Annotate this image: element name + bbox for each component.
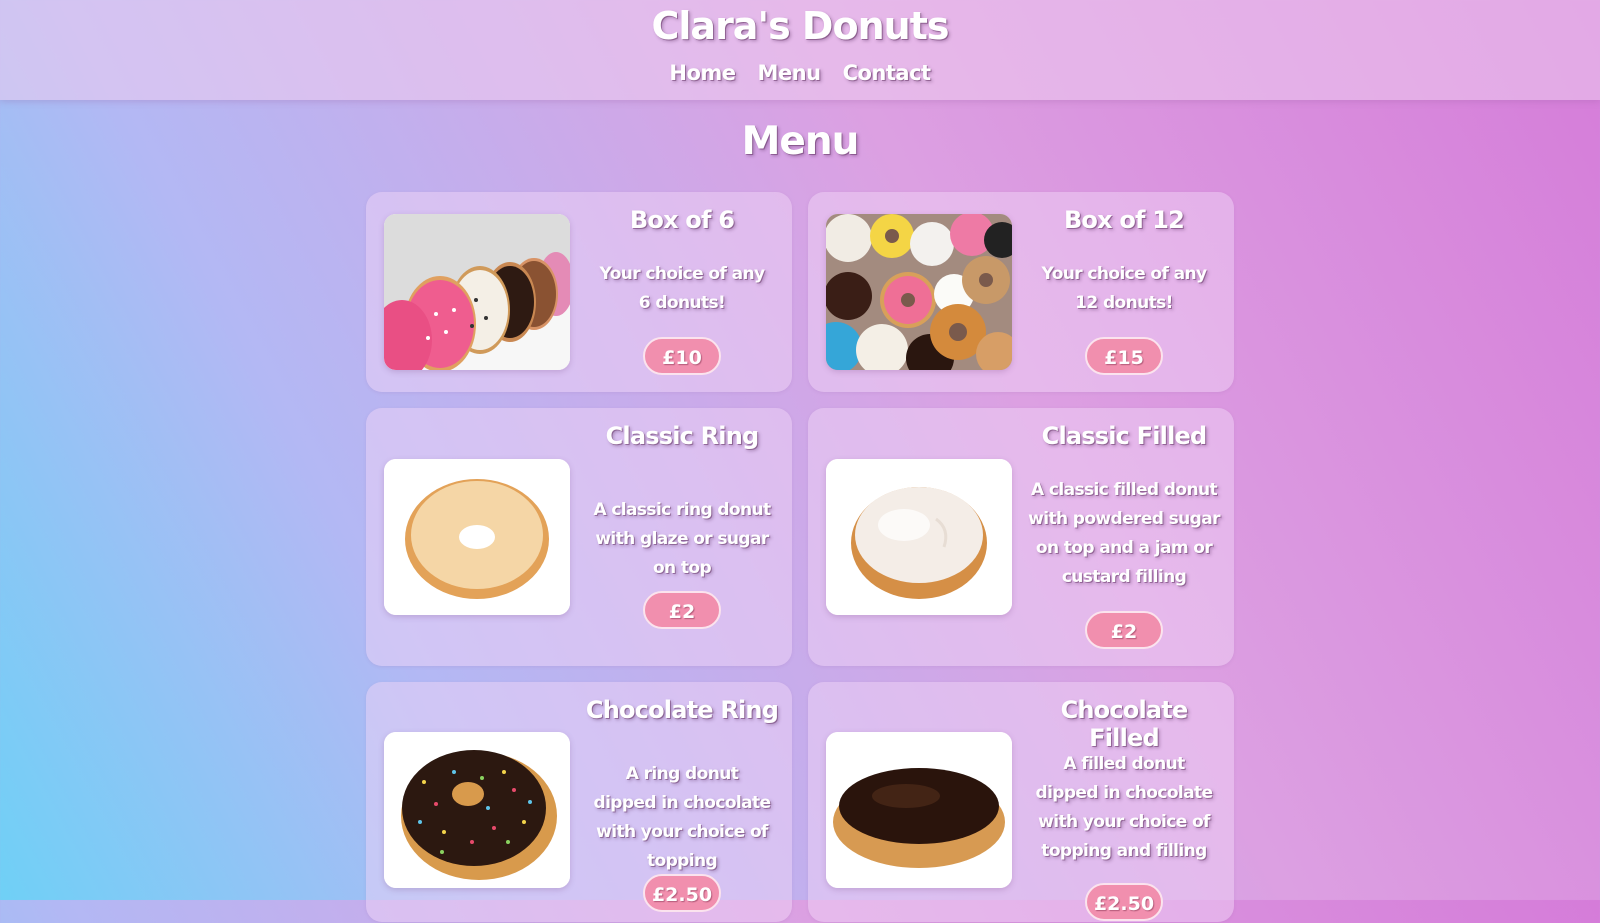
- price-button[interactable]: £2.50: [643, 874, 721, 912]
- product-description: Your choice of any 12 donuts!: [1041, 264, 1208, 313]
- donut-box-6-image[interactable]: [384, 214, 570, 370]
- main-nav: Home Menu Contact: [0, 61, 1600, 85]
- site-header: Clara's Donuts Home Menu Contact: [0, 0, 1600, 100]
- product-name: Classic Filled: [1041, 422, 1208, 450]
- nav-link-home[interactable]: Home: [669, 61, 736, 85]
- page-heading: Menu: [741, 119, 860, 164]
- product-name: Chocolate Ring: [585, 696, 779, 724]
- classic-filled-donut-image[interactable]: [826, 459, 1012, 615]
- product-card-classic-filled: Classic Filled A classic filled donut wi…: [808, 408, 1234, 666]
- product-name: Chocolate Filled: [1060, 696, 1189, 752]
- nav-link-contact[interactable]: Contact: [843, 61, 932, 85]
- price-button[interactable]: £15: [1085, 337, 1163, 375]
- product-description: A classic filled donut with powdered sug…: [1028, 480, 1220, 587]
- product-description: A filled donut dipped in chocolate with …: [1035, 754, 1214, 861]
- donut-box-12-image[interactable]: [826, 214, 1012, 370]
- product-card-box-of-6: Box of 6 Your choice of any 6 donuts! £1…: [366, 192, 792, 392]
- price-button[interactable]: £2.50: [1085, 883, 1163, 921]
- product-description: A classic ring donut with glaze or sugar…: [593, 500, 771, 578]
- product-description: Your choice of any 6 donuts!: [599, 264, 766, 313]
- price-button[interactable]: £2: [1085, 611, 1163, 649]
- chocolate-ring-donut-image[interactable]: [384, 732, 570, 888]
- product-name: Box of 12: [1063, 206, 1185, 234]
- nav-link-menu[interactable]: Menu: [758, 61, 822, 85]
- product-card-chocolate-ring: Chocolate Ring A ring donut dipped in ch…: [366, 682, 792, 922]
- price-button[interactable]: £10: [643, 337, 721, 375]
- product-name: Box of 6: [629, 206, 735, 234]
- product-card-classic-ring: Classic Ring A classic ring donut with g…: [366, 408, 792, 666]
- product-description: A ring donut dipped in chocolate with yo…: [593, 764, 772, 871]
- price-button[interactable]: £2: [643, 591, 721, 629]
- chocolate-filled-donut-image[interactable]: [826, 732, 1012, 888]
- site-title[interactable]: Clara's Donuts: [0, 4, 1600, 48]
- classic-ring-donut-image[interactable]: [384, 459, 570, 615]
- product-card-chocolate-filled: Chocolate Filled A filled donut dipped i…: [808, 682, 1234, 922]
- product-name: Classic Ring: [605, 422, 760, 450]
- product-card-box-of-12: Box of 12 Your choice of any 12 donuts! …: [808, 192, 1234, 392]
